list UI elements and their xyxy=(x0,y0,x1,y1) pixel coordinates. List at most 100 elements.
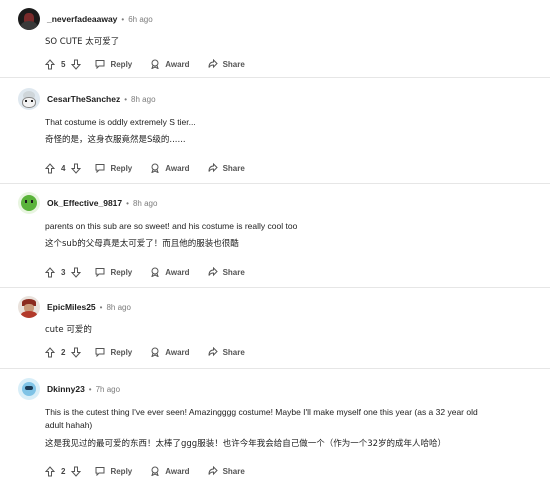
reply-label: Reply xyxy=(110,267,133,277)
share-button[interactable]: Share xyxy=(208,163,245,173)
username[interactable]: CesarTheSanchez xyxy=(47,94,120,104)
share-icon xyxy=(208,163,218,173)
reply-icon xyxy=(95,348,105,357)
comment-line: SO CUTE 太可爱了 xyxy=(45,37,120,47)
award-button[interactable]: Award xyxy=(150,267,190,277)
reply-label: Reply xyxy=(110,347,133,357)
avatar[interactable] xyxy=(18,378,40,400)
downvote-icon[interactable] xyxy=(71,347,82,358)
award-button[interactable]: Award xyxy=(150,59,190,69)
share-icon xyxy=(208,267,218,277)
reply-button[interactable]: Reply xyxy=(95,347,132,357)
vote-count: 5 xyxy=(61,59,66,69)
downvote-icon[interactable] xyxy=(71,163,82,174)
avatar[interactable] xyxy=(18,88,40,110)
comment: Dkinny23 • 7h ago This is the cutest thi… xyxy=(0,376,550,484)
comment-header: EpicMiles25 • 8h ago xyxy=(18,294,131,320)
upvote-icon[interactable] xyxy=(45,162,55,174)
username[interactable]: Dkinny23 xyxy=(47,384,85,394)
avatar[interactable] xyxy=(18,8,40,30)
action-bar: 2 Reply Award Share xyxy=(45,463,263,479)
username[interactable]: Ok_Effective_9817 xyxy=(47,198,122,208)
timestamp[interactable]: 8h ago xyxy=(133,199,157,208)
upvote-icon[interactable] xyxy=(45,266,55,278)
award-button[interactable]: Award xyxy=(150,163,190,173)
award-label: Award xyxy=(165,466,190,476)
timestamp[interactable]: 8h ago xyxy=(131,95,155,104)
separator-dot: • xyxy=(124,94,128,104)
timestamp[interactable]: 6h ago xyxy=(128,15,152,24)
separator-dot: • xyxy=(88,384,92,394)
vote-count: 3 xyxy=(61,267,66,277)
award-icon xyxy=(151,267,159,277)
comment-header: CesarTheSanchez • 8h ago xyxy=(18,86,156,112)
reply-icon xyxy=(95,268,105,277)
timestamp[interactable]: 7h ago xyxy=(96,385,120,394)
upvote-icon[interactable] xyxy=(45,346,55,358)
comment-body: parents on this sub are so sweet! and hi… xyxy=(45,220,297,251)
action-bar: 4 Reply Award Share xyxy=(45,160,263,176)
award-button[interactable]: Award xyxy=(150,347,190,357)
share-label: Share xyxy=(222,59,245,69)
divider xyxy=(0,368,550,369)
upvote-icon[interactable] xyxy=(45,465,55,477)
share-button[interactable]: Share xyxy=(208,466,245,476)
comment-line: parents on this sub are so sweet! and hi… xyxy=(45,221,298,231)
award-button[interactable]: Award xyxy=(150,466,190,476)
comment: EpicMiles25 • 8h ago cute 可爱的 2 Reply Aw… xyxy=(0,294,550,369)
vote-control: 2 xyxy=(45,465,82,477)
comment-header: Ok_Effective_9817 • 8h ago xyxy=(18,190,157,216)
upvote-icon[interactable] xyxy=(45,58,55,70)
reply-label: Reply xyxy=(110,163,133,173)
share-button[interactable]: Share xyxy=(208,59,245,69)
divider xyxy=(0,287,550,288)
award-icon xyxy=(151,163,159,173)
downvote-icon[interactable] xyxy=(71,267,82,278)
share-button[interactable]: Share xyxy=(208,347,245,357)
award-label: Award xyxy=(165,163,190,173)
award-label: Award xyxy=(165,59,190,69)
comment-body: That costume is oddly extremely S tier..… xyxy=(45,116,196,147)
divider xyxy=(0,183,550,184)
share-icon xyxy=(208,59,218,69)
downvote-icon[interactable] xyxy=(71,59,82,70)
share-icon xyxy=(208,466,218,476)
comment-body: SO CUTE 太可爱了 xyxy=(45,36,119,49)
reply-button[interactable]: Reply xyxy=(95,466,132,476)
comment-body: cute 可爱的 xyxy=(45,324,92,337)
comment-line: That costume is oddly extremely S tier..… xyxy=(45,117,196,127)
separator-dot: • xyxy=(126,198,129,208)
share-label: Share xyxy=(222,163,245,173)
award-label: Award xyxy=(165,267,190,277)
share-icon xyxy=(208,347,218,357)
share-button[interactable]: Share xyxy=(208,267,245,277)
comment-line-translation: 奇怪的是，这身衣服竟然是S级的...... xyxy=(45,135,186,145)
comment-line-translation: 这是我见过的最可爱的东西！太棒了ggg服装！也许今年我会给自己做一个（作为一个3… xyxy=(45,439,447,449)
reply-icon xyxy=(95,164,105,173)
vote-count: 4 xyxy=(61,163,66,173)
vote-count: 2 xyxy=(61,347,66,357)
reply-button[interactable]: Reply xyxy=(95,163,132,173)
avatar[interactable] xyxy=(18,296,40,318)
divider xyxy=(0,77,550,78)
reply-label: Reply xyxy=(110,466,133,476)
comment: _neverfadeaaway • 6h ago SO CUTE 太可爱了 5 … xyxy=(0,6,550,78)
comment-header: Dkinny23 • 7h ago xyxy=(18,376,120,402)
comment: CesarTheSanchez • 8h ago That costume is… xyxy=(0,86,550,186)
share-label: Share xyxy=(222,347,245,357)
separator-dot: • xyxy=(121,14,125,24)
avatar[interactable] xyxy=(18,192,40,214)
username[interactable]: _neverfadeaaway xyxy=(47,14,117,24)
reply-button[interactable]: Reply xyxy=(95,267,132,277)
action-bar: 5 Reply Award Share xyxy=(45,56,263,72)
comment-line: adult hahah) xyxy=(45,420,93,430)
username[interactable]: EpicMiles25 xyxy=(47,302,96,312)
vote-control: 5 xyxy=(45,58,82,70)
reply-label: Reply xyxy=(110,59,133,69)
award-icon xyxy=(151,59,159,69)
reply-button[interactable]: Reply xyxy=(95,59,132,69)
share-label: Share xyxy=(222,466,245,476)
downvote-icon[interactable] xyxy=(71,466,82,477)
timestamp[interactable]: 8h ago xyxy=(106,303,130,312)
comment: Ok_Effective_9817 • 8h ago parents on th… xyxy=(0,190,550,290)
